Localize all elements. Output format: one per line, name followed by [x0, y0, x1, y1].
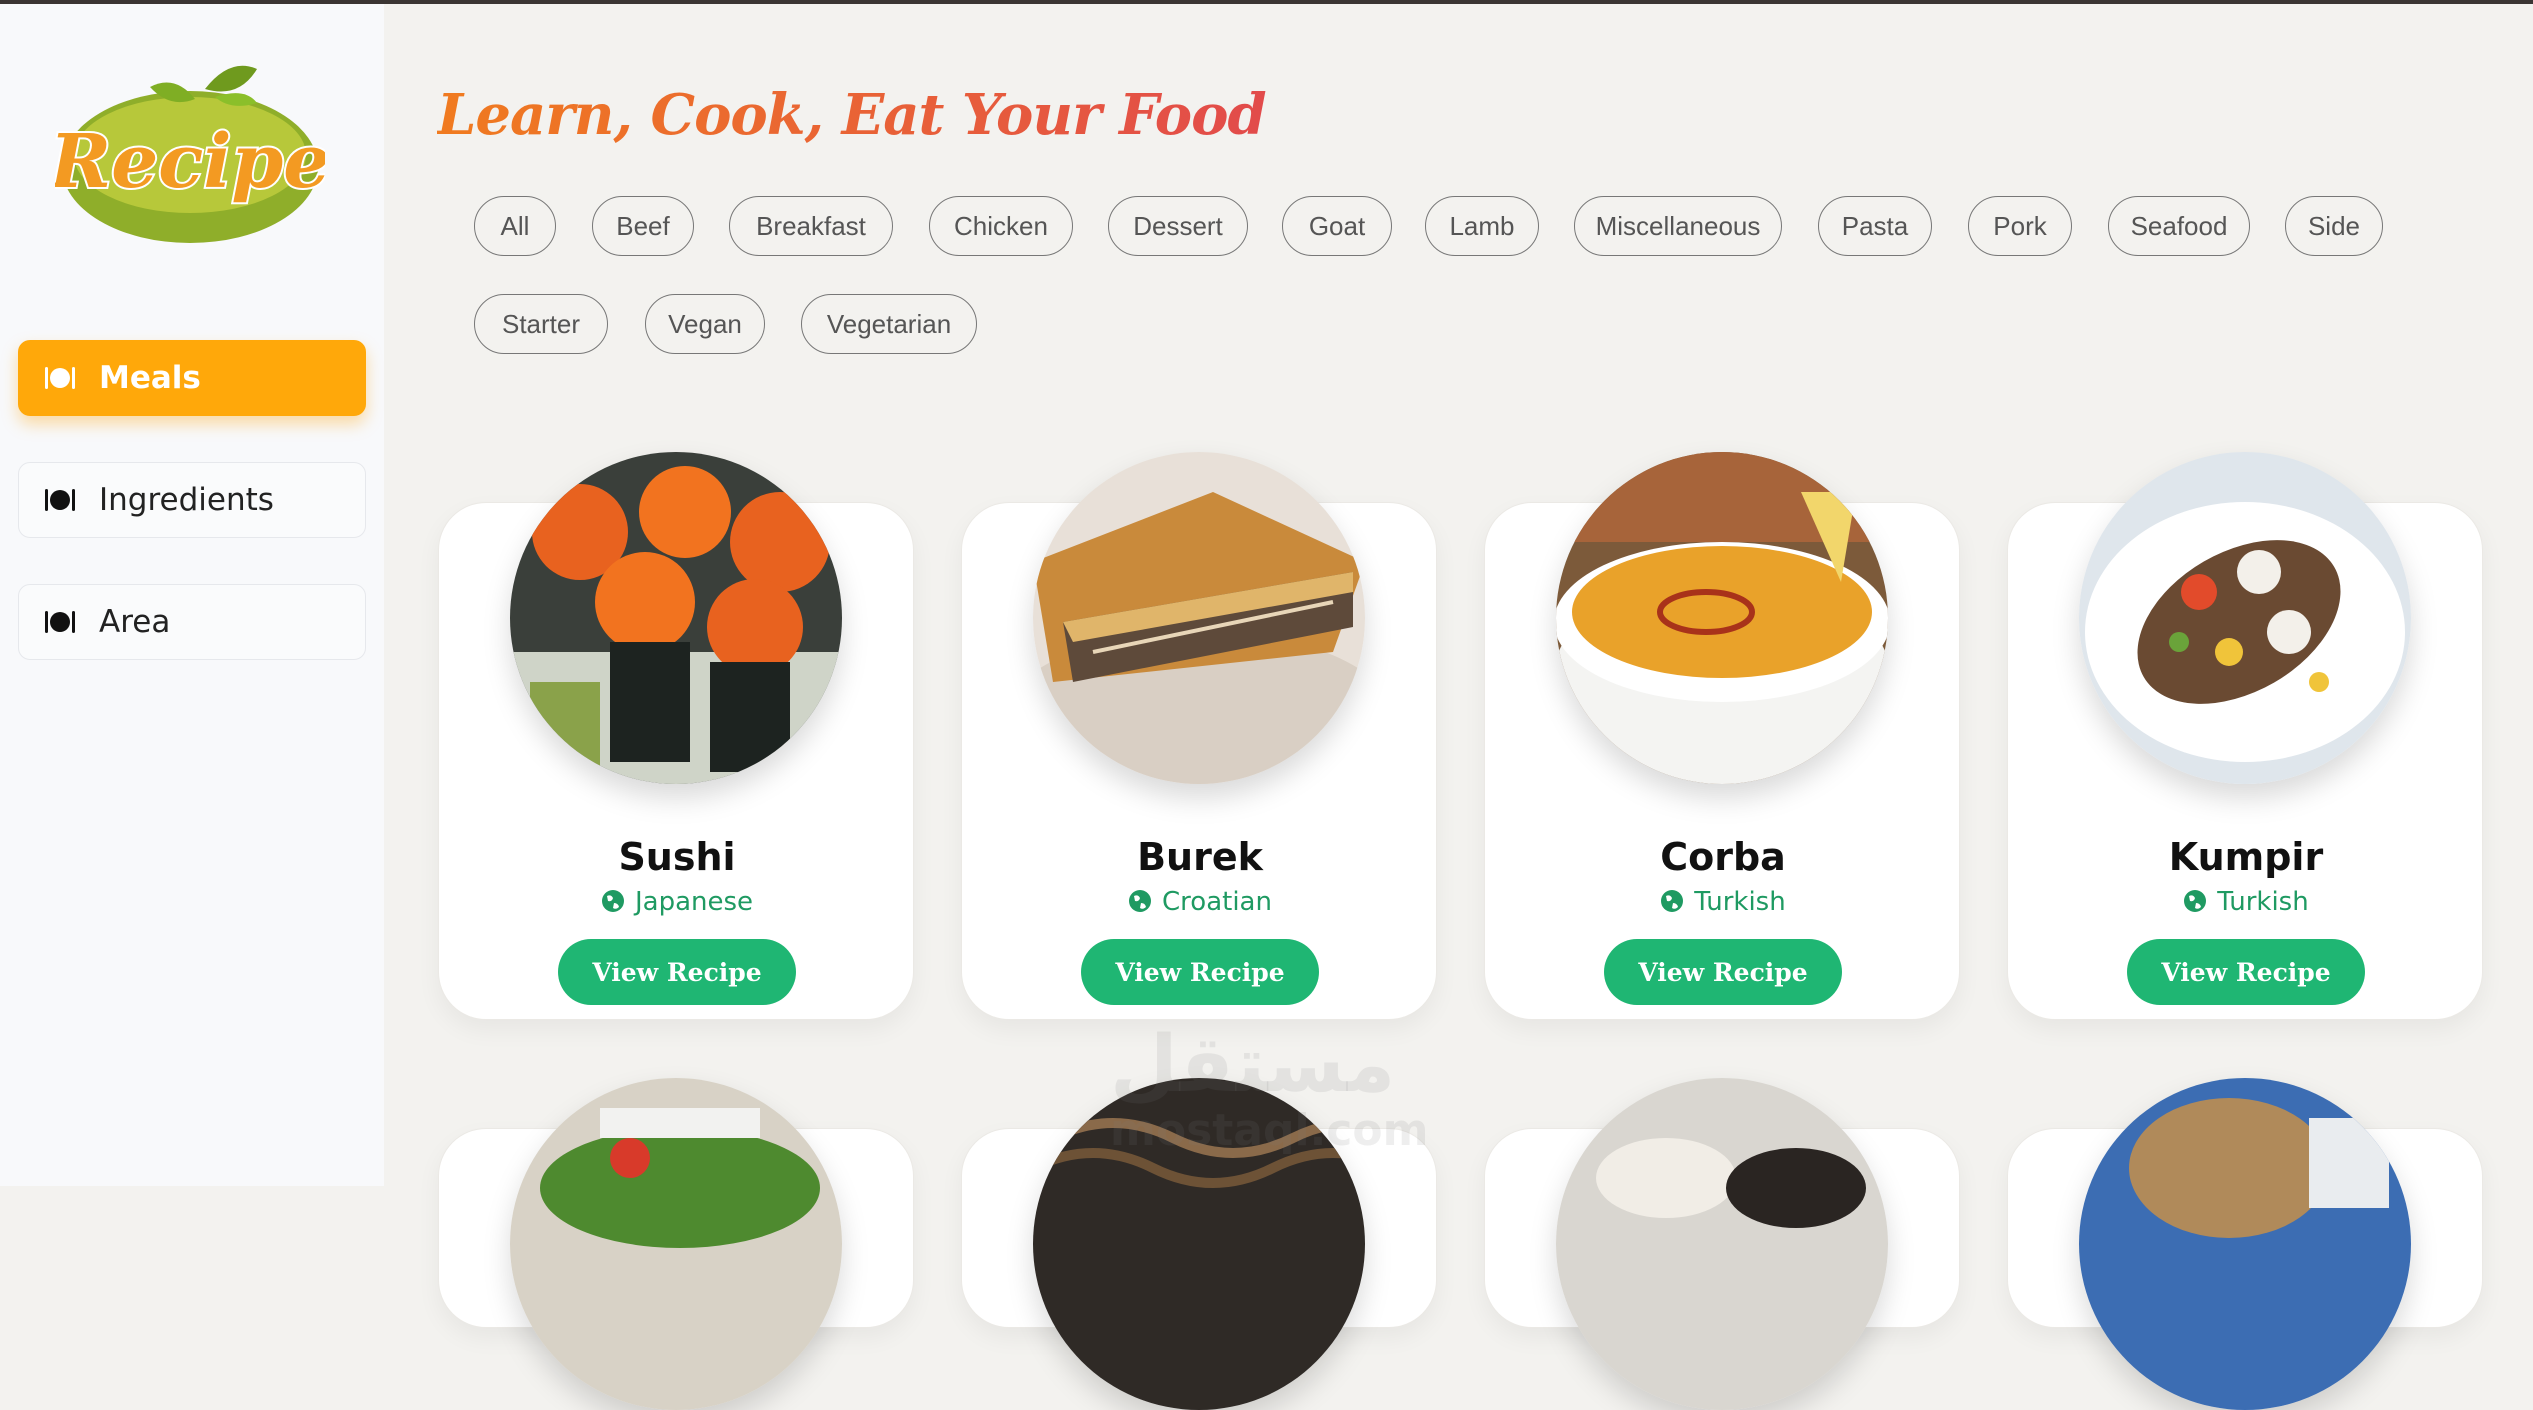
- globe-icon: [601, 889, 625, 913]
- dish-image[interactable]: [1556, 1078, 1888, 1410]
- meal-name: Corba: [1660, 835, 1786, 879]
- kumpir-image[interactable]: [2079, 452, 2411, 784]
- category-chip-vegetarian[interactable]: Vegetarian: [801, 294, 977, 354]
- recipe-logo[interactable]: Recipe: [46, 59, 332, 259]
- meal-name: Kumpir: [2168, 835, 2324, 879]
- svg-text:Recipe: Recipe: [55, 119, 325, 205]
- sidebar-item-ingredients[interactable]: Ingredients: [18, 462, 366, 538]
- utensils-icon: [43, 364, 77, 392]
- salad-image[interactable]: [510, 1078, 842, 1410]
- category-chip-vegan[interactable]: Vegan: [645, 294, 765, 354]
- globe-icon: [1128, 889, 1152, 913]
- sidebar-item-label: Area: [99, 604, 171, 640]
- category-chip-all[interactable]: All: [474, 196, 556, 256]
- basket-image[interactable]: [2079, 1078, 2411, 1410]
- utensils-icon: [43, 608, 77, 636]
- view-recipe-button[interactable]: View Recipe: [2127, 939, 2365, 1005]
- meal-area: Turkish: [2008, 887, 2484, 917]
- sidebar-item-area[interactable]: Area: [18, 584, 366, 660]
- meal-name: Sushi: [618, 835, 736, 879]
- category-chip-side[interactable]: Side: [2285, 196, 2383, 256]
- category-chip-pasta[interactable]: Pasta: [1818, 196, 1932, 256]
- category-chip-starter[interactable]: Starter: [474, 294, 608, 354]
- view-recipe-button[interactable]: View Recipe: [558, 939, 796, 1005]
- corba-image[interactable]: [1556, 452, 1888, 784]
- category-chip-beef[interactable]: Beef: [592, 196, 694, 256]
- category-chip-pork[interactable]: Pork: [1968, 196, 2072, 256]
- burek-image[interactable]: [1033, 452, 1365, 784]
- sidebar-item-label: Meals: [99, 360, 201, 396]
- category-chip-lamb[interactable]: Lamb: [1425, 196, 1539, 256]
- page-title: Learn, Cook, Eat Your Food: [437, 82, 1267, 148]
- category-chip-miscellaneous[interactable]: Miscellaneous: [1574, 196, 1782, 256]
- sidebar: Recipe Meals Ingredients Area: [0, 4, 384, 1186]
- sushi-image[interactable]: [510, 452, 842, 784]
- category-chip-dessert[interactable]: Dessert: [1108, 196, 1248, 256]
- meal-area: Croatian: [962, 887, 1438, 917]
- meal-name: Burek: [1137, 835, 1263, 879]
- view-recipe-button[interactable]: View Recipe: [1604, 939, 1842, 1005]
- sidebar-item-label: Ingredients: [99, 482, 274, 518]
- category-chip-seafood[interactable]: Seafood: [2108, 196, 2250, 256]
- watermark-url: mostaql.com: [1110, 1105, 1429, 1156]
- view-recipe-button[interactable]: View Recipe: [1081, 939, 1319, 1005]
- category-chip-breakfast[interactable]: Breakfast: [729, 196, 893, 256]
- meal-area: Japanese: [439, 887, 915, 917]
- meal-area: Turkish: [1485, 887, 1961, 917]
- sidebar-item-meals[interactable]: Meals: [18, 340, 366, 416]
- globe-icon: [1660, 889, 1684, 913]
- watermark: مستقل: [1110, 1020, 1396, 1110]
- category-chip-goat[interactable]: Goat: [1282, 196, 1392, 256]
- utensils-icon: [43, 486, 77, 514]
- category-chip-chicken[interactable]: Chicken: [929, 196, 1073, 256]
- globe-icon: [2183, 889, 2207, 913]
